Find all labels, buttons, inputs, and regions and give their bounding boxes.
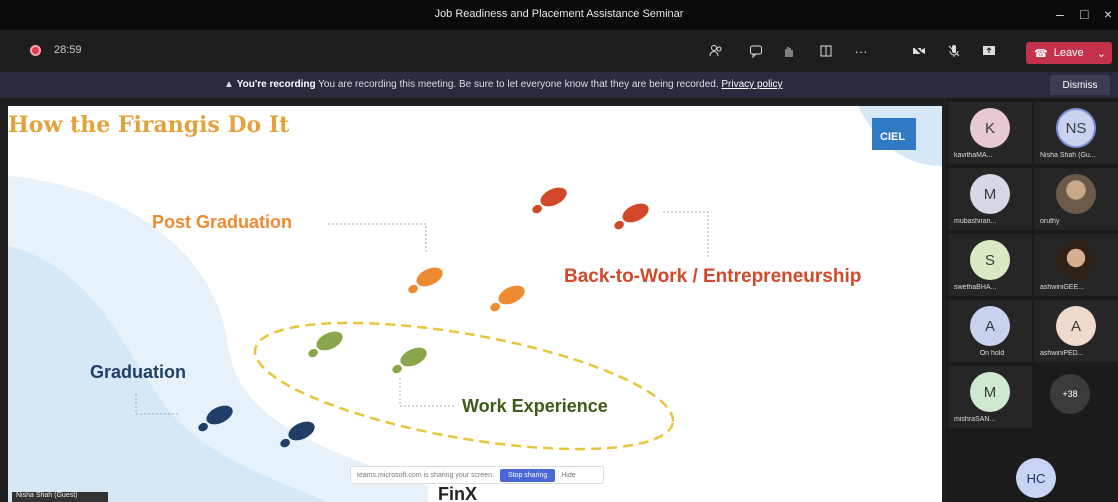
dismiss-button[interactable]: Dismiss xyxy=(1050,75,1110,95)
restore-icon[interactable]: □ xyxy=(1080,6,1088,22)
footprint-navy-1 xyxy=(184,402,244,447)
participant-name: Nisha Shah (Gu... xyxy=(1040,152,1096,159)
people-icon[interactable] xyxy=(705,40,727,62)
share-message: teams.microsoft.com is sharing your scre… xyxy=(357,471,494,479)
slide-title: How the Firangis Do It xyxy=(8,112,290,138)
chevron-down-icon[interactable]: ⌄ xyxy=(1097,47,1106,60)
banner-heading: You're recording xyxy=(236,79,316,90)
privacy-policy-link[interactable]: Privacy policy xyxy=(721,79,782,90)
participant-tile[interactable]: NS Nisha Shah (Gu... xyxy=(1034,102,1118,164)
banner-text: You are recording this meeting. Be sure … xyxy=(318,79,719,90)
participant-tile[interactable]: ashwiniGEE... xyxy=(1034,234,1118,296)
stop-sharing-button[interactable]: Stop sharing xyxy=(499,468,556,482)
label-work-experience: Work Experience xyxy=(462,396,608,416)
avatar-photo xyxy=(1056,240,1096,280)
banner-message: ▲ You're recording You are recording thi… xyxy=(224,79,783,90)
recording-icon xyxy=(30,45,41,56)
presenter-label: Nisha Shah (Guest) xyxy=(12,492,108,502)
chat-icon[interactable] xyxy=(745,40,767,62)
label-back-to-work: Back-to-Work / Entrepreneurship xyxy=(564,266,862,287)
avatar: M xyxy=(970,372,1010,412)
participant-tile[interactable]: S swethaBHA... xyxy=(948,234,1032,296)
participant-name: On hold xyxy=(979,350,1005,357)
participant-name: ashwiniPED... xyxy=(1040,350,1084,357)
participant-name: swethaBHA... xyxy=(954,284,997,291)
participant-tile[interactable]: A On hold xyxy=(948,300,1032,362)
close-icon[interactable]: × xyxy=(1104,6,1112,22)
label-graduation: Graduation xyxy=(90,362,187,382)
participant-tile[interactable]: oruthy xyxy=(1034,168,1118,230)
avatar: M xyxy=(970,174,1010,214)
footprint-red-2 xyxy=(600,200,660,245)
label-post-graduation: Post Graduation xyxy=(152,212,293,232)
more-participants-button[interactable]: +38 xyxy=(1050,374,1090,414)
footprint-orange-2 xyxy=(476,282,536,327)
warning-icon: ▲ xyxy=(224,79,234,90)
avatar: K xyxy=(970,108,1010,148)
slide-background xyxy=(8,106,942,502)
participant-tile[interactable]: M mishraSAN... xyxy=(948,366,1032,428)
avatar: NS xyxy=(1056,108,1096,148)
finx-logo: FinX xyxy=(438,484,477,502)
meeting-timer: 28:59 xyxy=(54,44,82,56)
leave-label: Leave xyxy=(1053,47,1084,59)
participant-tile[interactable]: K kavithaMA... xyxy=(948,102,1032,164)
phone-hangup-icon: ☎ xyxy=(1034,47,1048,60)
camera-off-icon[interactable] xyxy=(908,40,930,62)
share-screen-icon[interactable] xyxy=(978,40,1000,62)
minimize-icon[interactable]: – xyxy=(1056,6,1064,22)
screen-share-bar: teams.microsoft.com is sharing your scre… xyxy=(350,466,604,484)
logo-text: CIEL xyxy=(880,131,905,143)
recording-banner: ▲ You're recording You are recording thi… xyxy=(0,72,1118,98)
window-title: Job Readiness and Placement Assistance S… xyxy=(434,8,684,20)
avatar: A xyxy=(970,306,1010,346)
mic-off-icon[interactable] xyxy=(943,40,965,62)
participant-name: ashwiniGEE... xyxy=(1040,284,1084,291)
rooms-icon[interactable] xyxy=(815,40,837,62)
participant-tile[interactable]: A ashwiniPED... xyxy=(1034,300,1118,362)
avatar-photo xyxy=(1056,174,1096,214)
avatar: S xyxy=(970,240,1010,280)
footprint-green-2 xyxy=(378,344,438,389)
title-bar: Job Readiness and Placement Assistance S… xyxy=(0,0,1118,30)
shared-screen: How the Firangis Do It CIEL Post Graduat… xyxy=(8,106,942,502)
leave-button[interactable]: ☎ Leave ⌄ xyxy=(1026,42,1112,64)
self-avatar[interactable]: HC xyxy=(1016,458,1056,498)
participant-name: kavithaMA... xyxy=(954,152,993,159)
participant-name: mishraSAN... xyxy=(954,416,996,423)
more-actions-icon[interactable]: ··· xyxy=(850,40,872,62)
participant-tile[interactable]: M mubashiran... xyxy=(948,168,1032,230)
footprint-orange-1 xyxy=(394,264,454,309)
footprint-navy-2 xyxy=(266,418,326,463)
footprint-red-1 xyxy=(518,184,578,229)
avatar: A xyxy=(1056,306,1096,346)
meeting-toolbar: 28:59 ··· ☎ Leave ⌄ xyxy=(0,30,1118,72)
participant-name: oruthy xyxy=(1040,218,1060,225)
footprint-green-1 xyxy=(294,328,354,373)
ciel-logo: CIEL xyxy=(872,118,916,150)
raise-hand-icon[interactable] xyxy=(778,40,800,62)
hide-button[interactable]: Hide xyxy=(561,472,575,479)
participant-name: mubashiran... xyxy=(954,218,997,225)
